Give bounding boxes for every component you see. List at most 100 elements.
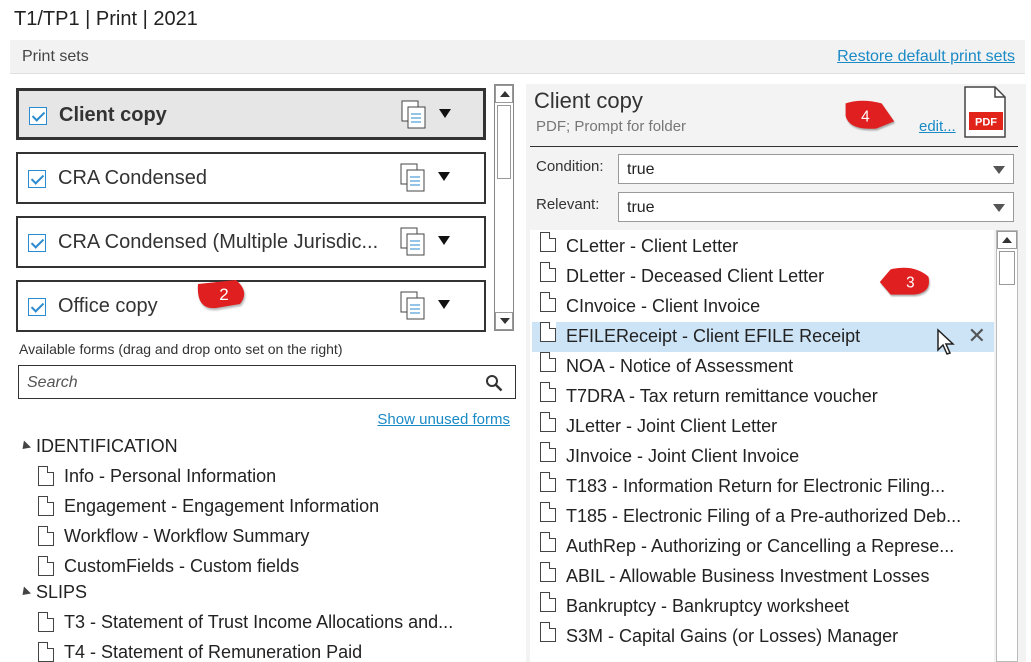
list-item[interactable]: Engagement - Engagement Information [38,496,379,517]
form-label: Info - Personal Information [64,466,277,486]
print-set-office-copy[interactable]: Office copy [16,280,486,332]
condition-select[interactable]: true [618,154,1014,184]
list-item[interactable]: NOA - Notice of Assessment [532,352,994,382]
expand-triangle-icon[interactable] [18,440,32,453]
condition-label: Condition: [536,158,604,175]
print-set-name: CRA Condensed [58,167,207,189]
checkbox[interactable] [28,298,46,316]
group-identification[interactable]: IDENTIFICATION [18,436,178,457]
list-item[interactable]: T185 - Electronic Filing of a Pre-author… [532,502,994,532]
list-item[interactable]: S3M - Capital Gains (or Losses) Manager [532,622,994,652]
form-label: Engagement - Engagement Information [64,496,380,516]
page-icon [540,292,556,312]
list-item[interactable]: CLetter - Client Letter [532,232,994,262]
list-item[interactable]: JLetter - Joint Client Letter [532,412,994,442]
forms-scrollbar[interactable] [996,230,1018,662]
list-item[interactable]: Bankruptcy - Bankruptcy worksheet [532,592,994,622]
list-item[interactable]: AuthRep - Authorizing or Cancelling a Re… [532,532,994,562]
page-icon [540,502,556,522]
list-item[interactable]: JInvoice - Joint Client Invoice [532,442,994,472]
scroll-thumb[interactable] [999,251,1015,285]
callout-badge-4: 4 [845,100,895,129]
relevant-select[interactable]: true [618,192,1014,222]
condition-value: true [627,161,655,178]
list-item[interactable]: ABIL - Allowable Business Investment Los… [532,562,994,592]
restore-default-print-sets-link[interactable]: Restore default print sets [837,48,1015,66]
form-label: CInvoice - Client Invoice [566,296,761,316]
edit-link[interactable]: edit... [919,118,956,135]
checkbox[interactable] [29,107,47,125]
svg-text:2: 2 [219,285,228,304]
list-item-selected[interactable]: EFILEReceipt - Client EFILE Receipt ✕ [532,322,994,352]
form-label: JLetter - Joint Client Letter [566,416,778,436]
copy-document-icon[interactable] [400,163,426,193]
print-set-name: CRA Condensed (Multiple Jurisdic... [58,231,379,253]
dropdown-arrow-icon[interactable] [438,236,450,245]
print-sets-scrollbar[interactable] [494,84,514,331]
dropdown-arrow-icon[interactable] [439,109,451,118]
copy-document-icon[interactable] [401,100,427,130]
chevron-down-icon[interactable] [993,166,1005,174]
scroll-up-button[interactable] [495,85,513,103]
dropdown-arrow-icon[interactable] [438,172,450,181]
available-forms-label: Available forms (drag and drop onto set … [19,341,343,357]
form-label: CLetter - Client Letter [566,236,739,256]
page-icon [540,472,556,492]
page-icon [540,442,556,462]
print-sets-list: Client copy CRA Condensed CRA Condensed … [14,84,490,332]
mouse-pointer-icon [937,328,955,355]
dropdown-arrow-icon[interactable] [438,300,450,309]
divider [530,146,1018,147]
form-label: T7DRA - Tax return remittance voucher [566,386,878,406]
print-set-name: Client copy [59,104,167,126]
list-item[interactable]: Workflow - Workflow Summary [38,526,309,547]
list-item[interactable]: T4 - Statement of Remuneration Paid [38,642,362,662]
relevant-label: Relevant: [536,196,600,213]
print-set-client-copy[interactable]: Client copy [16,88,486,140]
list-item[interactable]: T7DRA - Tax return remittance voucher [532,382,994,412]
copy-document-icon[interactable] [400,227,426,257]
form-label: NOA - Notice of Assessment [566,356,794,376]
chevron-up-icon [1002,237,1012,243]
remove-form-icon[interactable]: ✕ [968,323,986,349]
list-item[interactable]: Info - Personal Information [38,466,276,487]
page-icon [38,466,54,486]
page-icon [540,592,556,612]
page-icon [38,612,54,632]
checkbox[interactable] [28,234,46,252]
pdf-icon[interactable]: PDF [963,86,1007,138]
list-item[interactable]: T183 - Information Return for Electronic… [532,472,994,502]
form-label: T3 - Statement of Trust Income Allocatio… [64,612,454,632]
group-label: SLIPS [36,582,88,602]
expand-triangle-icon[interactable] [18,586,32,599]
form-label: CustomFields - Custom fields [64,556,300,576]
search-input[interactable]: Search [18,365,516,399]
print-set-cra-condensed-multiple[interactable]: CRA Condensed (Multiple Jurisdic... [16,216,486,268]
pdf-icon-label: PDF [975,117,997,129]
page-icon [38,642,54,662]
list-item[interactable]: CustomFields - Custom fields [38,556,299,577]
scroll-down-button[interactable] [495,312,513,330]
callout-badge-3: 3 [879,267,929,295]
scroll-thumb[interactable] [497,105,511,179]
group-label: IDENTIFICATION [36,436,178,456]
group-slips[interactable]: SLIPS [18,582,88,603]
show-unused-forms-link[interactable]: Show unused forms [377,411,510,428]
print-sets-header: Print sets Restore default print sets [10,40,1025,74]
checkbox[interactable] [28,170,46,188]
search-icon[interactable] [485,374,503,392]
scroll-up-button[interactable] [997,231,1017,249]
page-icon [540,532,556,552]
chevron-down-icon [500,318,510,324]
copy-document-icon[interactable] [400,291,426,321]
form-label: T183 - Information Return for Electronic… [566,476,946,496]
page-icon [540,232,556,252]
print-set-cra-condensed[interactable]: CRA Condensed [16,152,486,204]
svg-text:4: 4 [861,108,870,125]
print-set-detail-panel: Client copy PDF; Prompt for folder edit.… [526,84,1026,662]
chevron-down-icon[interactable] [993,204,1005,212]
form-label: AuthRep - Authorizing or Cancelling a Re… [566,536,955,556]
form-label: T4 - Statement of Remuneration Paid [64,642,363,662]
page-icon [38,496,54,516]
list-item[interactable]: T3 - Statement of Trust Income Allocatio… [38,612,453,633]
